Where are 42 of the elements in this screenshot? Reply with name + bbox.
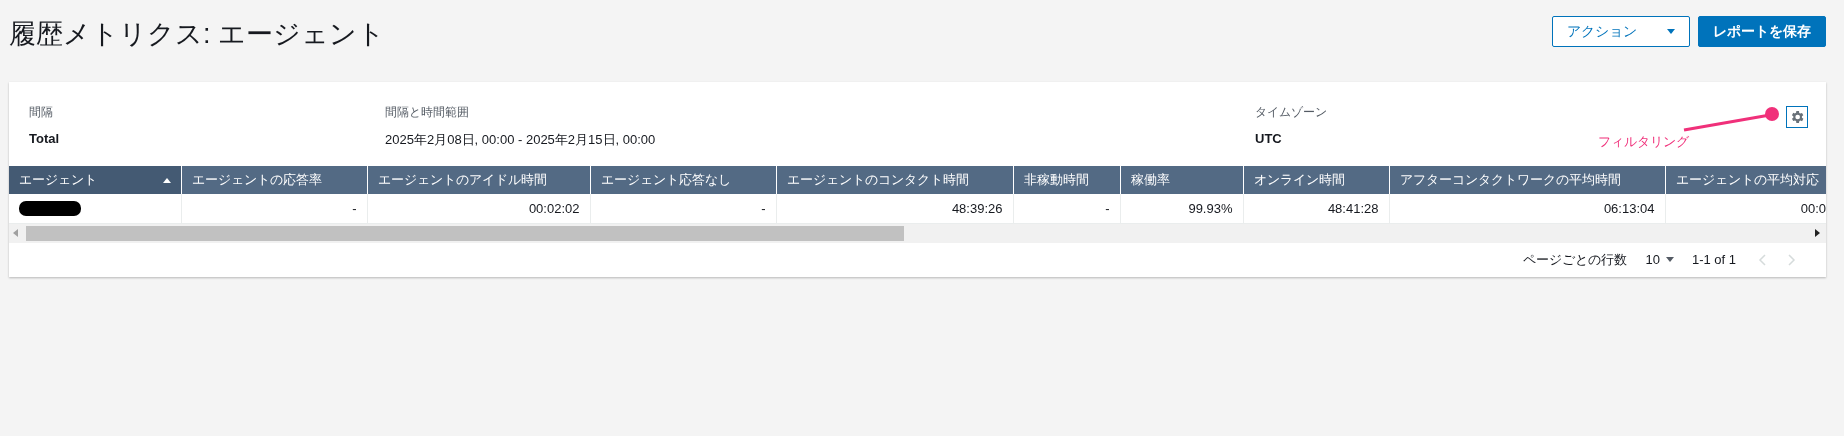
column-header[interactable]: 非稼動時間 bbox=[1013, 166, 1120, 194]
chevron-left-icon bbox=[1758, 253, 1766, 266]
summary-value: Total bbox=[29, 131, 60, 146]
scroll-left-icon bbox=[13, 229, 18, 237]
caret-icon bbox=[1667, 29, 1675, 34]
table-cell: - bbox=[1013, 194, 1120, 223]
annotation-text: フィルタリング bbox=[1598, 133, 1689, 151]
column-header[interactable]: アフターコンタクトワークの平均時間 bbox=[1389, 166, 1665, 194]
table-cell: 00:0 bbox=[1665, 194, 1826, 223]
table-cell: 48:39:26 bbox=[776, 194, 1013, 223]
rows-per-page-select[interactable]: 10 bbox=[1645, 252, 1674, 267]
summary-label: 間隔 bbox=[29, 104, 53, 121]
summary-value: 2025年2月08日, 00:00 - 2025年2月15日, 00:00 bbox=[385, 131, 656, 149]
settings-icon bbox=[1789, 109, 1805, 125]
column-header[interactable]: エージェントのコンタクト時間 bbox=[776, 166, 1013, 194]
column-header[interactable]: エージェントの応答率 bbox=[181, 166, 367, 194]
summary-label: タイムゾーン bbox=[1255, 104, 1327, 121]
chevron-right-icon bbox=[1788, 253, 1796, 266]
column-header[interactable]: オンライン時間 bbox=[1243, 166, 1389, 194]
table-cell: 99.93% bbox=[1120, 194, 1243, 223]
table-cell: - bbox=[590, 194, 776, 223]
actions-dropdown[interactable]: アクション bbox=[1552, 16, 1690, 47]
page-range: 1-1 of 1 bbox=[1691, 252, 1736, 267]
sort-icon bbox=[162, 177, 171, 183]
table-cell: 00:02:02 bbox=[367, 194, 590, 223]
column-header[interactable]: エージェントのアイドル時間 bbox=[367, 166, 590, 194]
summary-value: UTC bbox=[1255, 131, 1282, 146]
table-cell: 48:41:28 bbox=[1243, 194, 1389, 223]
column-header[interactable]: 稼働率 bbox=[1120, 166, 1243, 194]
table-cell: - bbox=[181, 194, 367, 223]
table-cell: 06:13:04 bbox=[1389, 194, 1665, 223]
scrollbar-thumb[interactable] bbox=[26, 225, 904, 241]
column-header[interactable]: エージェント bbox=[9, 166, 181, 194]
settings-button[interactable] bbox=[1786, 106, 1808, 128]
caret-icon bbox=[1665, 257, 1674, 262]
column-header[interactable]: エージェントの平均対応 bbox=[1665, 166, 1826, 194]
save-report-button[interactable]: レポートを保存 bbox=[1698, 16, 1826, 47]
scroll-right-icon bbox=[1815, 229, 1820, 237]
rows-per-page-label: ページごとの行数 bbox=[1523, 250, 1628, 269]
summary-label: 間隔と時間範囲 bbox=[385, 104, 469, 121]
column-header[interactable]: エージェント応答なし bbox=[590, 166, 776, 194]
page-title: 履歴メトリクス: エージェント bbox=[9, 18, 385, 51]
